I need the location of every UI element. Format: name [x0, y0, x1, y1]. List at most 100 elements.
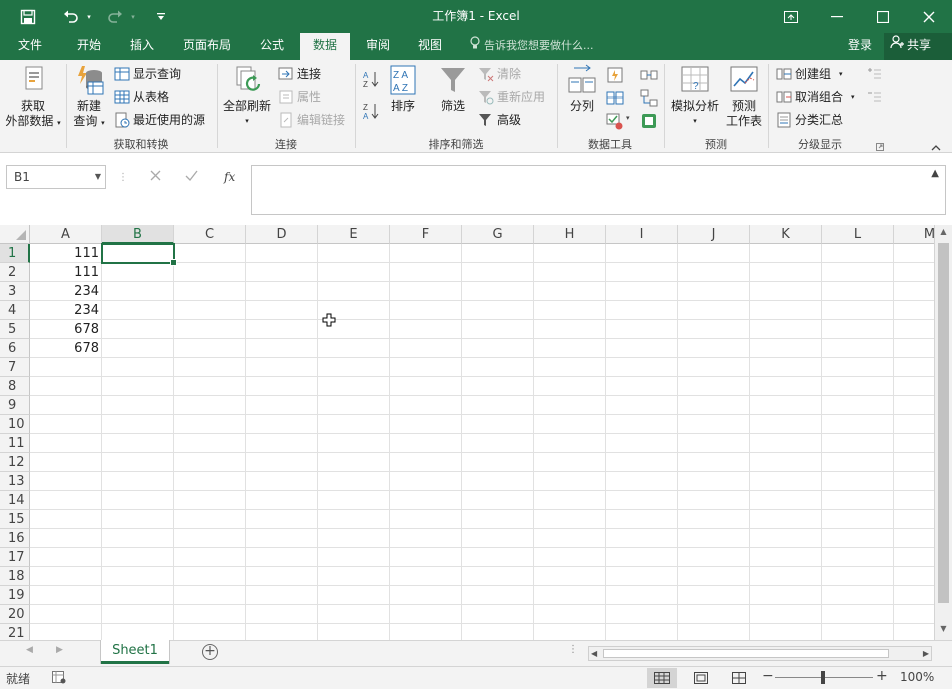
- horizontal-scroll-thumb[interactable]: [603, 649, 889, 658]
- data-validation-icon[interactable]: [606, 112, 624, 130]
- more-options-icon[interactable]: ⋮: [118, 172, 128, 183]
- get-external-data-button[interactable]: 获取 外部数据 ▾: [2, 64, 64, 131]
- page-break-preview-button[interactable]: [724, 668, 754, 688]
- cell-a2[interactable]: 111: [30, 263, 101, 282]
- from-table-button[interactable]: 从表格: [114, 87, 169, 107]
- properties-button[interactable]: 属性: [278, 87, 321, 107]
- refresh-all-button[interactable]: 全部刷新 ▾: [220, 64, 274, 129]
- save-icon[interactable]: [14, 0, 42, 33]
- share-button[interactable]: 共享: [884, 33, 952, 60]
- tab-home[interactable]: 开始: [64, 33, 114, 60]
- row-header[interactable]: 4: [0, 301, 30, 320]
- row-header[interactable]: 12: [0, 453, 30, 472]
- reapply-button[interactable]: 重新应用: [478, 87, 545, 107]
- sort-descending-button[interactable]: ZA: [362, 102, 380, 121]
- zoom-in-button[interactable]: +: [876, 668, 888, 684]
- login-link[interactable]: 登录: [848, 33, 872, 60]
- column-header[interactable]: K: [750, 225, 822, 244]
- select-all-button[interactable]: [0, 225, 30, 244]
- tab-view[interactable]: 视图: [408, 33, 452, 60]
- enter-icon[interactable]: [185, 170, 198, 185]
- show-queries-button[interactable]: 显示查询: [114, 64, 181, 84]
- scroll-down-icon[interactable]: ▼: [935, 624, 952, 638]
- redo-icon[interactable]: [102, 0, 128, 33]
- show-detail-icon[interactable]: [866, 66, 884, 84]
- row-header[interactable]: 7: [0, 358, 30, 377]
- page-layout-view-button[interactable]: [686, 668, 716, 688]
- row-header[interactable]: 5: [0, 320, 30, 339]
- vertical-scroll-thumb[interactable]: [938, 243, 949, 603]
- row-header[interactable]: 8: [0, 377, 30, 396]
- cell-a6[interactable]: 678: [30, 339, 101, 358]
- column-header[interactable]: M: [894, 225, 934, 244]
- tell-me-search[interactable]: 告诉我您想要做什么...: [470, 33, 594, 60]
- name-box-dropdown-icon[interactable]: ▼: [95, 166, 101, 188]
- row-header[interactable]: 13: [0, 472, 30, 491]
- subtotal-button[interactable]: 分类汇总: [776, 110, 843, 130]
- tab-page-layout[interactable]: 页面布局: [174, 33, 240, 60]
- zoom-slider-thumb[interactable]: [821, 671, 825, 684]
- customize-toolbar-icon[interactable]: [152, 0, 170, 33]
- row-header[interactable]: 18: [0, 567, 30, 586]
- column-header[interactable]: B: [102, 225, 174, 244]
- worksheet-grid[interactable]: A B C D E F G H I J K L M 1 2 3 4 5 6 7 8 9 10 11 12 13 14 15 16 17 18…: [0, 225, 934, 640]
- sheet-tab[interactable]: Sheet1: [101, 640, 169, 664]
- remove-duplicates-icon[interactable]: [606, 89, 624, 107]
- column-header[interactable]: A: [30, 225, 102, 244]
- row-header[interactable]: 20: [0, 605, 30, 624]
- row-header[interactable]: 10: [0, 415, 30, 434]
- normal-view-button[interactable]: [647, 668, 677, 688]
- filter-button[interactable]: 筛选: [434, 64, 472, 114]
- relationships-icon[interactable]: [640, 89, 658, 107]
- scroll-left-icon[interactable]: ◀: [591, 647, 597, 660]
- sort-ascending-button[interactable]: AZ: [362, 70, 380, 89]
- add-sheet-icon[interactable]: +: [202, 644, 218, 660]
- scroll-right-icon[interactable]: ▶: [923, 647, 929, 660]
- column-header[interactable]: D: [246, 225, 318, 244]
- row-header[interactable]: 11: [0, 434, 30, 453]
- row-header[interactable]: 21: [0, 624, 30, 640]
- new-query-button[interactable]: 新建 查询 ▾: [68, 64, 110, 131]
- row-header[interactable]: 19: [0, 586, 30, 605]
- splitter-handle-icon[interactable]: ⋮: [568, 644, 578, 655]
- row-header[interactable]: 15: [0, 510, 30, 529]
- maximize-button[interactable]: [860, 0, 906, 33]
- column-header[interactable]: L: [822, 225, 894, 244]
- row-header[interactable]: 6: [0, 339, 30, 358]
- row-header[interactable]: 3: [0, 282, 30, 301]
- row-header[interactable]: 1: [0, 244, 30, 263]
- ungroup-button[interactable]: 取消组合 ▾: [776, 87, 855, 107]
- column-header[interactable]: I: [606, 225, 678, 244]
- formula-input[interactable]: ▲: [251, 165, 946, 215]
- consolidate-icon[interactable]: [640, 66, 658, 84]
- clear-filter-button[interactable]: 清除: [478, 64, 521, 84]
- forecast-sheet-button[interactable]: 预测 工作表: [724, 64, 764, 129]
- hide-detail-icon[interactable]: [866, 89, 884, 107]
- zoom-level[interactable]: 100%: [900, 670, 934, 684]
- cell-a5[interactable]: 678: [30, 320, 101, 339]
- edit-links-button[interactable]: 编辑链接: [278, 110, 345, 130]
- collapse-ribbon-icon[interactable]: [931, 140, 945, 151]
- tab-review[interactable]: 审阅: [356, 33, 400, 60]
- insert-function-icon[interactable]: fx: [224, 165, 235, 189]
- recent-sources-button[interactable]: 最近使用的源: [114, 110, 205, 130]
- advanced-filter-button[interactable]: 高级: [478, 110, 521, 130]
- undo-icon[interactable]: [58, 0, 84, 33]
- row-header[interactable]: 2: [0, 263, 30, 282]
- vertical-scrollbar[interactable]: ▲ ▼: [934, 225, 952, 640]
- flash-fill-icon[interactable]: [606, 66, 624, 84]
- manage-data-model-icon[interactable]: [640, 112, 658, 130]
- cancel-icon[interactable]: [150, 170, 161, 185]
- close-button[interactable]: [906, 0, 952, 33]
- cell-a1[interactable]: 111: [30, 244, 101, 263]
- cell-a4[interactable]: 234: [30, 301, 101, 320]
- column-header[interactable]: G: [462, 225, 534, 244]
- minimize-button[interactable]: [814, 0, 860, 33]
- text-to-columns-button[interactable]: 分列: [562, 64, 602, 114]
- outline-settings-launcher-icon[interactable]: [876, 140, 886, 151]
- next-sheet-icon[interactable]: ▶: [56, 645, 63, 655]
- tab-insert[interactable]: 插入: [118, 33, 166, 60]
- row-header[interactable]: 14: [0, 491, 30, 510]
- group-button[interactable]: 创建组 ▾: [776, 64, 843, 84]
- tab-data[interactable]: 数据: [300, 33, 350, 60]
